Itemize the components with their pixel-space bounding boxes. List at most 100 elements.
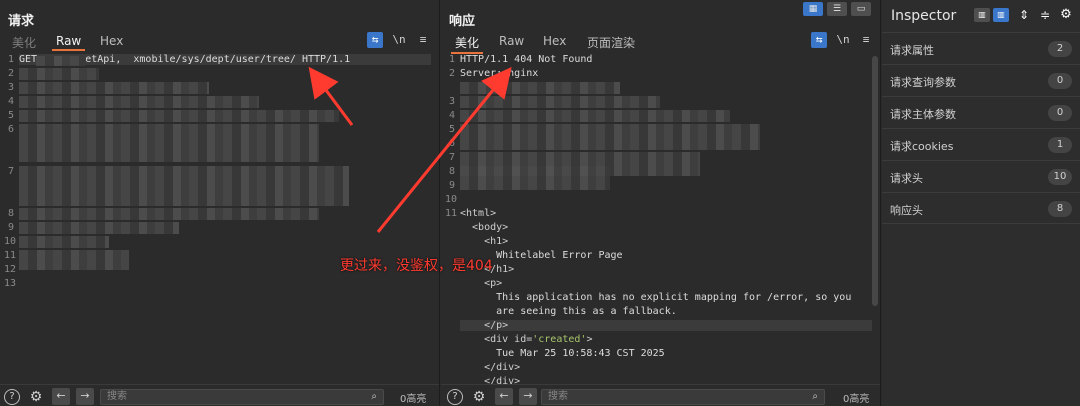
line-number: 11 (4, 250, 17, 261)
p-close-tag: </p> (460, 320, 872, 331)
redacted-block (19, 222, 179, 234)
inspector-panel: Inspector ▥ ▥ ⇕ ≑ ⚙ 请求属性 2 请求查询参数 0 请求主体… (882, 0, 1080, 406)
wrap-lines-icon[interactable]: ⇆ (811, 32, 827, 48)
inspector-row-request-attributes[interactable]: 请求属性 2 (882, 32, 1080, 64)
response-tab-raw[interactable]: Raw (495, 34, 528, 48)
inspector-row-count: 10 (1048, 169, 1072, 185)
inspector-settings-gear-icon[interactable]: ⚙ (1058, 8, 1074, 22)
created-timestamp: Tue Mar 25 10:58:43 CST 2025 (460, 348, 665, 359)
line-number: 6 (448, 138, 455, 149)
help-icon[interactable]: ? (447, 389, 463, 405)
p-text-line1: This application has no explicit mapping… (460, 292, 852, 303)
help-icon[interactable]: ? (4, 389, 20, 405)
line-number: 7 (7, 166, 14, 177)
inspector-layout-icon[interactable]: ▥ (974, 8, 990, 22)
redacted-block (460, 82, 620, 94)
line-number: 9 (7, 222, 14, 233)
inspector-row-count: 0 (1048, 105, 1072, 121)
layout-tabs-icon[interactable]: ▭ (851, 2, 871, 16)
request-tab-hex[interactable]: Hex (96, 34, 127, 48)
inspector-row-response-headers[interactable]: 响应头 8 (882, 192, 1080, 224)
request-search-input[interactable]: 搜索 ⌕ (100, 389, 384, 405)
highlight-count: 0高亮 (843, 394, 870, 405)
search-icon[interactable]: ⌕ (371, 390, 377, 404)
p-open-tag: <p> (460, 278, 503, 289)
line-number: 8 (7, 208, 14, 219)
line-number: 8 (448, 166, 455, 177)
inspector-row-cookies[interactable]: 请求cookies 1 (882, 128, 1080, 160)
response-menu-icon[interactable]: ≡ (858, 32, 874, 48)
redacted-block (460, 166, 610, 190)
request-panel: 请求 美化 Raw Hex ⇆ \n ≡ 1 2 3 4 5 6 7 8 9 1… (0, 0, 440, 406)
response-tab-render[interactable]: 页面渲染 (583, 34, 639, 51)
newline-toggle[interactable]: \n (391, 32, 407, 48)
div-id-value: 'created' (532, 334, 587, 345)
inspector-row-query-params[interactable]: 请求查询参数 0 (882, 64, 1080, 96)
collapse-icon[interactable]: ≑ (1037, 8, 1053, 22)
inspector-row-count: 2 (1048, 41, 1072, 57)
back-arrow-icon[interactable]: ← (495, 388, 513, 405)
inspector-row-request-headers[interactable]: 请求头 10 (882, 160, 1080, 192)
line-number: 10 (4, 236, 17, 247)
response-title: 响应 (449, 14, 476, 29)
line-number: 2 (448, 68, 455, 79)
line-number: 1 (448, 54, 455, 65)
layout-split-vertical-icon[interactable]: ☰ (827, 2, 847, 16)
inspector-row-label: 请求主体参数 (890, 108, 956, 121)
line-number: 7 (448, 152, 455, 163)
response-tab-hex[interactable]: Hex (539, 34, 570, 48)
expand-icon[interactable]: ⇕ (1016, 8, 1032, 22)
redacted-block (460, 96, 660, 108)
line-number: 4 (448, 110, 455, 121)
redacted-block (36, 56, 86, 66)
line-number: 2 (7, 68, 14, 79)
request-tab-raw[interactable]: Raw (52, 34, 86, 51)
request-editor[interactable]: 1 2 3 4 5 6 7 8 9 10 11 12 13 GET etApi,… (0, 52, 439, 382)
redacted-block (460, 110, 730, 122)
forward-arrow-icon[interactable]: → (519, 388, 537, 405)
line-number: 11 (445, 208, 458, 219)
inspector-row-count: 0 (1048, 73, 1072, 89)
inspector-row-count: 1 (1048, 137, 1072, 153)
layout-split-horizontal-icon[interactable]: ▦ (803, 2, 823, 16)
settings-gear-icon[interactable]: ⚙ (471, 389, 487, 405)
line-number: 5 (7, 110, 14, 121)
redacted-block (19, 96, 259, 108)
redacted-block (19, 236, 109, 248)
line-number: 1 (7, 54, 14, 65)
inspector-row-body-params[interactable]: 请求主体参数 0 (882, 96, 1080, 128)
div-open-start: <div id= (460, 334, 533, 345)
body-open-tag: <body> (460, 222, 509, 233)
response-scrollbar[interactable] (872, 56, 878, 306)
search-placeholder: 搜索 (548, 391, 568, 402)
settings-gear-icon[interactable]: ⚙ (28, 389, 44, 405)
response-search-input[interactable]: 搜索 ⌕ (541, 389, 825, 405)
response-editor[interactable]: 1 2 3 4 5 6 7 8 9 10 11 HTTP/1.1 404 Not… (441, 52, 880, 387)
wrap-lines-icon[interactable]: ⇆ (367, 32, 383, 48)
redacted-block (460, 124, 760, 150)
request-tab-pretty[interactable]: 美化 (8, 34, 40, 51)
div-close-tag: </div> (460, 362, 521, 373)
line-number: 10 (445, 194, 458, 205)
response-tab-pretty[interactable]: 美化 (451, 34, 484, 54)
newline-toggle[interactable]: \n (835, 32, 851, 48)
redacted-block (19, 110, 339, 122)
request-menu-icon[interactable]: ≡ (415, 32, 431, 48)
redacted-block (19, 82, 209, 94)
line-number: 3 (448, 96, 455, 107)
back-arrow-icon[interactable]: ← (52, 388, 70, 405)
inspector-row-label: 请求属性 (890, 44, 934, 57)
status-line: HTTP/1.1 404 Not Found (460, 54, 593, 65)
inspector-layout-active-icon[interactable]: ▥ (993, 8, 1009, 22)
forward-arrow-icon[interactable]: → (76, 388, 94, 405)
div-open-tag: <div id='created'> (460, 334, 592, 345)
line-number: 3 (7, 82, 14, 93)
html-open-tag: <html> (460, 208, 497, 219)
inspector-row-label: 请求查询参数 (890, 76, 956, 89)
line-number: 5 (448, 124, 455, 135)
line-number: 6 (7, 124, 14, 135)
server-header-line: Server: nginx (460, 68, 539, 79)
request-title: 请求 (8, 14, 35, 29)
search-icon[interactable]: ⌕ (812, 390, 818, 404)
redacted-block (19, 250, 129, 270)
